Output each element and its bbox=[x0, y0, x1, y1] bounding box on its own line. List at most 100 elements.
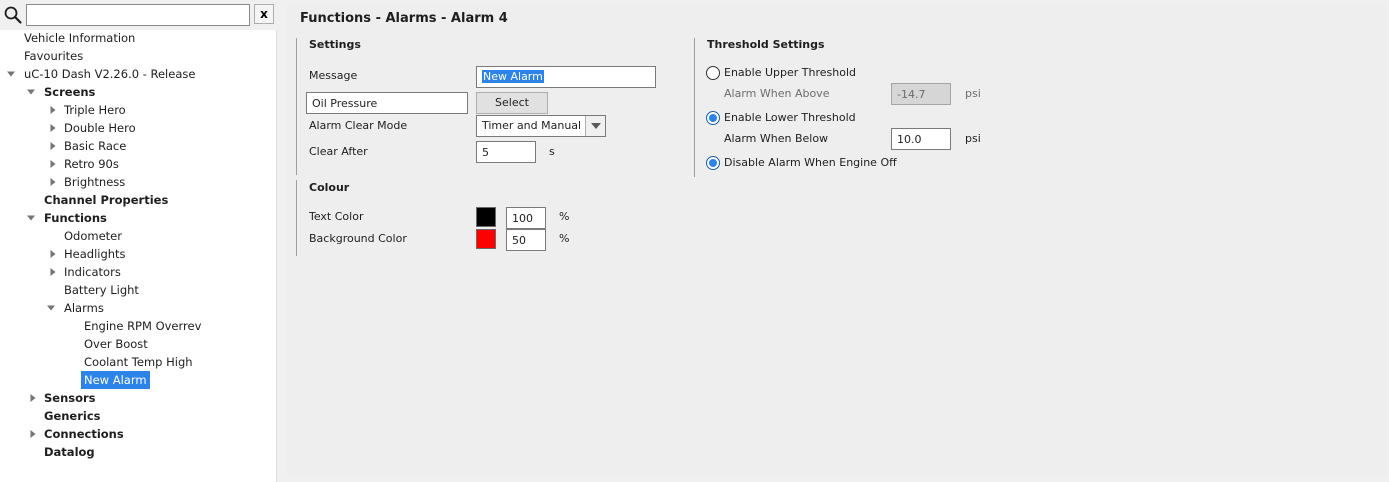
text-color-swatch[interactable] bbox=[476, 207, 496, 227]
tree-item-label: Double Hero bbox=[64, 121, 136, 135]
tree-item-headlights[interactable]: Headlights bbox=[0, 245, 276, 263]
enable-upper-threshold-label[interactable]: Enable Upper Threshold bbox=[724, 65, 856, 81]
text-color-label: Text Color bbox=[309, 210, 364, 223]
alarm-clear-mode-value: Timer and Manual bbox=[482, 119, 582, 132]
tree-item-screens[interactable]: Screens bbox=[0, 83, 276, 101]
tree-item-label: Brightness bbox=[64, 175, 126, 189]
enable-upper-threshold-radio[interactable] bbox=[706, 66, 720, 80]
message-input-value: New Alarm bbox=[482, 70, 544, 83]
chevron-right-icon[interactable] bbox=[48, 105, 58, 115]
tree-item-label: Connections bbox=[44, 427, 124, 441]
tree-item-label: Channel Properties bbox=[44, 193, 169, 207]
disable-when-engine-off-label[interactable]: Disable Alarm When Engine Off bbox=[724, 155, 897, 171]
background-color-swatch[interactable] bbox=[476, 229, 496, 249]
background-color-label: Background Color bbox=[309, 232, 407, 245]
chevron-right-icon[interactable] bbox=[48, 267, 58, 277]
tree-item-coolant-temp-high[interactable]: Coolant Temp High bbox=[0, 353, 276, 371]
message-input[interactable]: New Alarm bbox=[476, 66, 656, 88]
tree-item-odometer[interactable]: Odometer bbox=[0, 227, 276, 245]
chevron-down-icon[interactable] bbox=[585, 116, 605, 136]
tree-item-label: Headlights bbox=[64, 247, 126, 261]
tree-item-engine-rpm-overrev[interactable]: Engine RPM Overrev bbox=[0, 317, 276, 335]
search-input[interactable] bbox=[26, 4, 250, 26]
tree-item-functions[interactable]: Functions bbox=[0, 209, 276, 227]
settings-group-divider bbox=[296, 38, 297, 175]
colour-section-title: Colour bbox=[309, 181, 350, 194]
tree-item-basic-race[interactable]: Basic Race bbox=[0, 137, 276, 155]
channel-input[interactable] bbox=[306, 92, 468, 114]
tree-item-label: Generics bbox=[44, 409, 101, 423]
tree-item-label: Screens bbox=[44, 85, 96, 99]
alarm-when-below-input[interactable] bbox=[891, 128, 951, 150]
tree-item-triple-hero[interactable]: Triple Hero bbox=[0, 101, 276, 119]
tree-item-new-alarm[interactable]: New Alarm bbox=[0, 371, 276, 389]
chevron-right-icon[interactable] bbox=[28, 429, 38, 439]
tree-item-label: Engine RPM Overrev bbox=[84, 319, 202, 333]
chevron-right-icon[interactable] bbox=[48, 123, 58, 133]
chevron-right-icon[interactable] bbox=[48, 177, 58, 187]
tree-item-label: Battery Light bbox=[64, 283, 139, 297]
colour-group-divider bbox=[296, 180, 297, 256]
alarm-when-below-label: Alarm When Below bbox=[724, 132, 829, 145]
tree-item-alarms[interactable]: Alarms bbox=[0, 299, 276, 317]
alarm-when-above-label: Alarm When Above bbox=[724, 87, 830, 100]
tree-item-label: Retro 90s bbox=[64, 157, 119, 171]
text-opacity-input[interactable] bbox=[506, 207, 546, 229]
background-opacity-unit: % bbox=[559, 232, 570, 245]
disable-when-engine-off-radio[interactable] bbox=[706, 156, 720, 170]
chevron-right-icon[interactable] bbox=[48, 159, 58, 169]
navigation-panel: x Vehicle Information Favourites uC-10 D… bbox=[0, 0, 277, 482]
tree-item-label: Odometer bbox=[64, 229, 122, 243]
navigation-tree: Vehicle Information Favourites uC-10 Das… bbox=[0, 29, 276, 461]
clear-after-label: Clear After bbox=[309, 145, 368, 158]
tree-item-datalog[interactable]: Datalog bbox=[0, 443, 276, 461]
tree-item-label: Functions bbox=[44, 211, 107, 225]
enable-lower-threshold-label[interactable]: Enable Lower Threshold bbox=[724, 110, 856, 126]
tree-item-generics[interactable]: Generics bbox=[0, 407, 276, 425]
tree-item-label: Vehicle Information bbox=[24, 31, 136, 45]
chevron-down-icon[interactable] bbox=[26, 87, 36, 97]
chevron-down-icon[interactable] bbox=[26, 213, 36, 223]
clear-search-button[interactable]: x bbox=[254, 4, 274, 24]
tree-item-over-boost[interactable]: Over Boost bbox=[0, 335, 276, 353]
chevron-right-icon[interactable] bbox=[48, 249, 58, 259]
tree-item-favourites[interactable]: Favourites bbox=[0, 47, 276, 65]
chevron-down-icon[interactable] bbox=[46, 303, 56, 313]
tree-item-brightness[interactable]: Brightness bbox=[0, 173, 276, 191]
chevron-right-icon[interactable] bbox=[48, 141, 58, 151]
background-opacity-input[interactable] bbox=[506, 229, 546, 251]
alarm-clear-mode-label: Alarm Clear Mode bbox=[309, 119, 408, 132]
text-opacity-unit: % bbox=[559, 210, 570, 223]
message-label: Message bbox=[309, 69, 358, 82]
alarm-when-below-unit: psi bbox=[965, 132, 981, 145]
tree-item-label: Favourites bbox=[24, 49, 84, 63]
select-channel-button[interactable]: Select bbox=[476, 92, 548, 114]
tree-item-indicators[interactable]: Indicators bbox=[0, 263, 276, 281]
tree-item-label: uC-10 Dash V2.26.0 - Release bbox=[24, 67, 196, 81]
tree-item-channel-properties[interactable]: Channel Properties bbox=[0, 191, 276, 209]
search-icon[interactable] bbox=[3, 5, 23, 25]
chevron-right-icon[interactable] bbox=[28, 393, 38, 403]
tree-item-connections[interactable]: Connections bbox=[0, 425, 276, 443]
tree-item-label: Sensors bbox=[44, 391, 96, 405]
tree-item-project[interactable]: uC-10 Dash V2.26.0 - Release bbox=[0, 65, 276, 83]
tree-item-label: Coolant Temp High bbox=[84, 355, 193, 369]
tree-item-label: Basic Race bbox=[64, 139, 127, 153]
alarm-editor-panel: Functions - Alarms - Alarm 4 Settings Me… bbox=[287, 5, 1387, 476]
tree-item-label: Indicators bbox=[64, 265, 121, 279]
chevron-down-icon[interactable] bbox=[6, 69, 16, 79]
tree-item-label: Alarms bbox=[64, 301, 104, 315]
tree-item-vehicle-information[interactable]: Vehicle Information bbox=[0, 29, 276, 47]
tree-item-sensors[interactable]: Sensors bbox=[0, 389, 276, 407]
settings-section-title: Settings bbox=[309, 38, 361, 51]
tree-item-battery-light[interactable]: Battery Light bbox=[0, 281, 276, 299]
alarm-when-above-input[interactable] bbox=[891, 83, 951, 105]
tree-item-double-hero[interactable]: Double Hero bbox=[0, 119, 276, 137]
tree-item-retro-90s[interactable]: Retro 90s bbox=[0, 155, 276, 173]
threshold-section-title: Threshold Settings bbox=[707, 38, 825, 51]
clear-after-input[interactable] bbox=[476, 141, 536, 163]
tree-item-label: Datalog bbox=[44, 445, 95, 459]
search-bar: x bbox=[0, 0, 277, 30]
enable-lower-threshold-radio[interactable] bbox=[706, 111, 720, 125]
alarm-clear-mode-select[interactable]: Timer and Manual bbox=[476, 115, 606, 137]
